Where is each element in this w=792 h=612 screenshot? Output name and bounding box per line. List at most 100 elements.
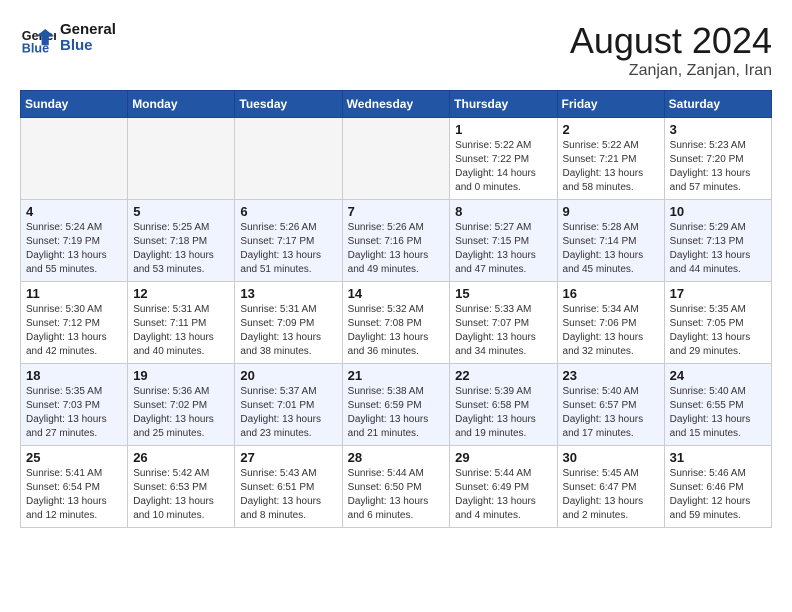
day-number: 11	[26, 286, 122, 301]
day-info: Sunrise: 5:22 AM Sunset: 7:22 PM Dayligh…	[455, 139, 551, 195]
day-info: Sunrise: 5:41 AM Sunset: 6:54 PM Dayligh…	[26, 467, 122, 523]
day-info: Sunrise: 5:46 AM Sunset: 6:46 PM Dayligh…	[670, 467, 766, 523]
day-info: Sunrise: 5:31 AM Sunset: 7:09 PM Dayligh…	[240, 303, 336, 359]
calendar-cell: 6 Sunrise: 5:26 AM Sunset: 7:17 PM Daylig…	[235, 200, 342, 282]
calendar-week-row: 1 Sunrise: 5:22 AM Sunset: 7:22 PM Daylig…	[21, 118, 772, 200]
day-number: 26	[133, 450, 229, 465]
calendar-week-row: 4 Sunrise: 5:24 AM Sunset: 7:19 PM Daylig…	[21, 200, 772, 282]
header-wednesday: Wednesday	[342, 91, 450, 118]
calendar-cell: 4 Sunrise: 5:24 AM Sunset: 7:19 PM Daylig…	[21, 200, 128, 282]
calendar-cell	[21, 118, 128, 200]
day-number: 18	[26, 368, 122, 383]
day-info: Sunrise: 5:43 AM Sunset: 6:51 PM Dayligh…	[240, 467, 336, 523]
day-number: 9	[563, 204, 659, 219]
day-info: Sunrise: 5:31 AM Sunset: 7:11 PM Dayligh…	[133, 303, 229, 359]
day-number: 10	[670, 204, 766, 219]
calendar-cell: 18 Sunrise: 5:35 AM Sunset: 7:03 PM Dayli…	[21, 364, 128, 446]
day-info: Sunrise: 5:32 AM Sunset: 7:08 PM Dayligh…	[348, 303, 445, 359]
day-number: 15	[455, 286, 551, 301]
calendar-cell: 12 Sunrise: 5:31 AM Sunset: 7:11 PM Dayli…	[128, 282, 235, 364]
day-number: 2	[563, 122, 659, 137]
calendar-table: Sunday Monday Tuesday Wednesday Thursday…	[20, 90, 772, 528]
day-info: Sunrise: 5:28 AM Sunset: 7:14 PM Dayligh…	[563, 221, 659, 277]
day-number: 1	[455, 122, 551, 137]
calendar-cell: 28 Sunrise: 5:44 AM Sunset: 6:50 PM Dayli…	[342, 446, 450, 528]
day-info: Sunrise: 5:35 AM Sunset: 7:03 PM Dayligh…	[26, 385, 122, 441]
day-info: Sunrise: 5:44 AM Sunset: 6:50 PM Dayligh…	[348, 467, 445, 523]
calendar-week-row: 25Sunrise: 5:41 AM Sunset: 6:54 PM Dayli…	[21, 446, 772, 528]
day-number: 7	[348, 204, 445, 219]
day-number: 3	[670, 122, 766, 137]
calendar-cell	[235, 118, 342, 200]
logo: General Blue General Blue	[20, 20, 116, 56]
calendar-week-row: 11 Sunrise: 5:30 AM Sunset: 7:12 PM Dayli…	[21, 282, 772, 364]
day-info: Sunrise: 5:45 AM Sunset: 6:47 PM Dayligh…	[563, 467, 659, 523]
day-number: 13	[240, 286, 336, 301]
calendar-cell: 22 Sunrise: 5:39 AM Sunset: 6:58 PM Dayli…	[450, 364, 557, 446]
day-info: Sunrise: 5:24 AM Sunset: 7:19 PM Dayligh…	[26, 221, 122, 277]
calendar-cell: 25Sunrise: 5:41 AM Sunset: 6:54 PM Dayli…	[21, 446, 128, 528]
day-number: 24	[670, 368, 766, 383]
calendar-cell: 8 Sunrise: 5:27 AM Sunset: 7:15 PM Daylig…	[450, 200, 557, 282]
calendar-cell: 19Sunrise: 5:36 AM Sunset: 7:02 PM Dayli…	[128, 364, 235, 446]
calendar-cell	[342, 118, 450, 200]
location: Zanjan, Zanjan, Iran	[570, 62, 772, 80]
header-friday: Friday	[557, 91, 664, 118]
day-info: Sunrise: 5:36 AM Sunset: 7:02 PM Dayligh…	[133, 385, 229, 441]
day-info: Sunrise: 5:22 AM Sunset: 7:21 PM Dayligh…	[563, 139, 659, 195]
day-number: 4	[26, 204, 122, 219]
day-number: 21	[348, 368, 445, 383]
day-number: 17	[670, 286, 766, 301]
day-number: 22	[455, 368, 551, 383]
day-info: Sunrise: 5:42 AM Sunset: 6:53 PM Dayligh…	[133, 467, 229, 523]
day-info: Sunrise: 5:29 AM Sunset: 7:13 PM Dayligh…	[670, 221, 766, 277]
calendar-cell: 31 Sunrise: 5:46 AM Sunset: 6:46 PM Dayli…	[664, 446, 771, 528]
day-info: Sunrise: 5:27 AM Sunset: 7:15 PM Dayligh…	[455, 221, 551, 277]
day-number: 23	[563, 368, 659, 383]
day-number: 16	[563, 286, 659, 301]
header-sunday: Sunday	[21, 91, 128, 118]
header-monday: Monday	[128, 91, 235, 118]
day-info: Sunrise: 5:37 AM Sunset: 7:01 PM Dayligh…	[240, 385, 336, 441]
calendar-cell: 5Sunrise: 5:25 AM Sunset: 7:18 PM Daylig…	[128, 200, 235, 282]
day-number: 6	[240, 204, 336, 219]
calendar-cell: 13 Sunrise: 5:31 AM Sunset: 7:09 PM Dayli…	[235, 282, 342, 364]
month-year: August 2024	[570, 20, 772, 62]
logo-icon: General Blue	[20, 20, 56, 56]
day-number: 20	[240, 368, 336, 383]
calendar-cell: 1 Sunrise: 5:22 AM Sunset: 7:22 PM Daylig…	[450, 118, 557, 200]
day-number: 8	[455, 204, 551, 219]
day-info: Sunrise: 5:26 AM Sunset: 7:17 PM Dayligh…	[240, 221, 336, 277]
calendar-cell: 16 Sunrise: 5:34 AM Sunset: 7:06 PM Dayli…	[557, 282, 664, 364]
day-info: Sunrise: 5:38 AM Sunset: 6:59 PM Dayligh…	[348, 385, 445, 441]
calendar-cell: 29 Sunrise: 5:44 AM Sunset: 6:49 PM Dayli…	[450, 446, 557, 528]
calendar-cell: 30 Sunrise: 5:45 AM Sunset: 6:47 PM Dayli…	[557, 446, 664, 528]
calendar-cell: 2 Sunrise: 5:22 AM Sunset: 7:21 PM Daylig…	[557, 118, 664, 200]
calendar-cell: 9 Sunrise: 5:28 AM Sunset: 7:14 PM Daylig…	[557, 200, 664, 282]
title-block: August 2024 Zanjan, Zanjan, Iran	[570, 20, 772, 80]
calendar-cell: 20 Sunrise: 5:37 AM Sunset: 7:01 PM Dayli…	[235, 364, 342, 446]
calendar-cell: 7Sunrise: 5:26 AM Sunset: 7:16 PM Daylig…	[342, 200, 450, 282]
calendar-cell: 27Sunrise: 5:43 AM Sunset: 6:51 PM Dayli…	[235, 446, 342, 528]
calendar-cell: 24 Sunrise: 5:40 AM Sunset: 6:55 PM Dayli…	[664, 364, 771, 446]
day-number: 28	[348, 450, 445, 465]
day-number: 31	[670, 450, 766, 465]
header-saturday: Saturday	[664, 91, 771, 118]
calendar-cell	[128, 118, 235, 200]
calendar-cell: 14Sunrise: 5:32 AM Sunset: 7:08 PM Dayli…	[342, 282, 450, 364]
day-info: Sunrise: 5:40 AM Sunset: 6:55 PM Dayligh…	[670, 385, 766, 441]
page-header: General Blue General Blue August 2024 Za…	[20, 20, 772, 80]
day-info: Sunrise: 5:44 AM Sunset: 6:49 PM Dayligh…	[455, 467, 551, 523]
calendar-cell: 23 Sunrise: 5:40 AM Sunset: 6:57 PM Dayli…	[557, 364, 664, 446]
day-info: Sunrise: 5:40 AM Sunset: 6:57 PM Dayligh…	[563, 385, 659, 441]
day-info: Sunrise: 5:33 AM Sunset: 7:07 PM Dayligh…	[455, 303, 551, 359]
calendar-cell: 26 Sunrise: 5:42 AM Sunset: 6:53 PM Dayli…	[128, 446, 235, 528]
day-number: 12	[133, 286, 229, 301]
calendar-cell: 21 Sunrise: 5:38 AM Sunset: 6:59 PM Dayli…	[342, 364, 450, 446]
day-info: Sunrise: 5:39 AM Sunset: 6:58 PM Dayligh…	[455, 385, 551, 441]
day-info: Sunrise: 5:30 AM Sunset: 7:12 PM Dayligh…	[26, 303, 122, 359]
day-number: 5	[133, 204, 229, 219]
day-info: Sunrise: 5:34 AM Sunset: 7:06 PM Dayligh…	[563, 303, 659, 359]
day-number: 29	[455, 450, 551, 465]
day-number: 30	[563, 450, 659, 465]
